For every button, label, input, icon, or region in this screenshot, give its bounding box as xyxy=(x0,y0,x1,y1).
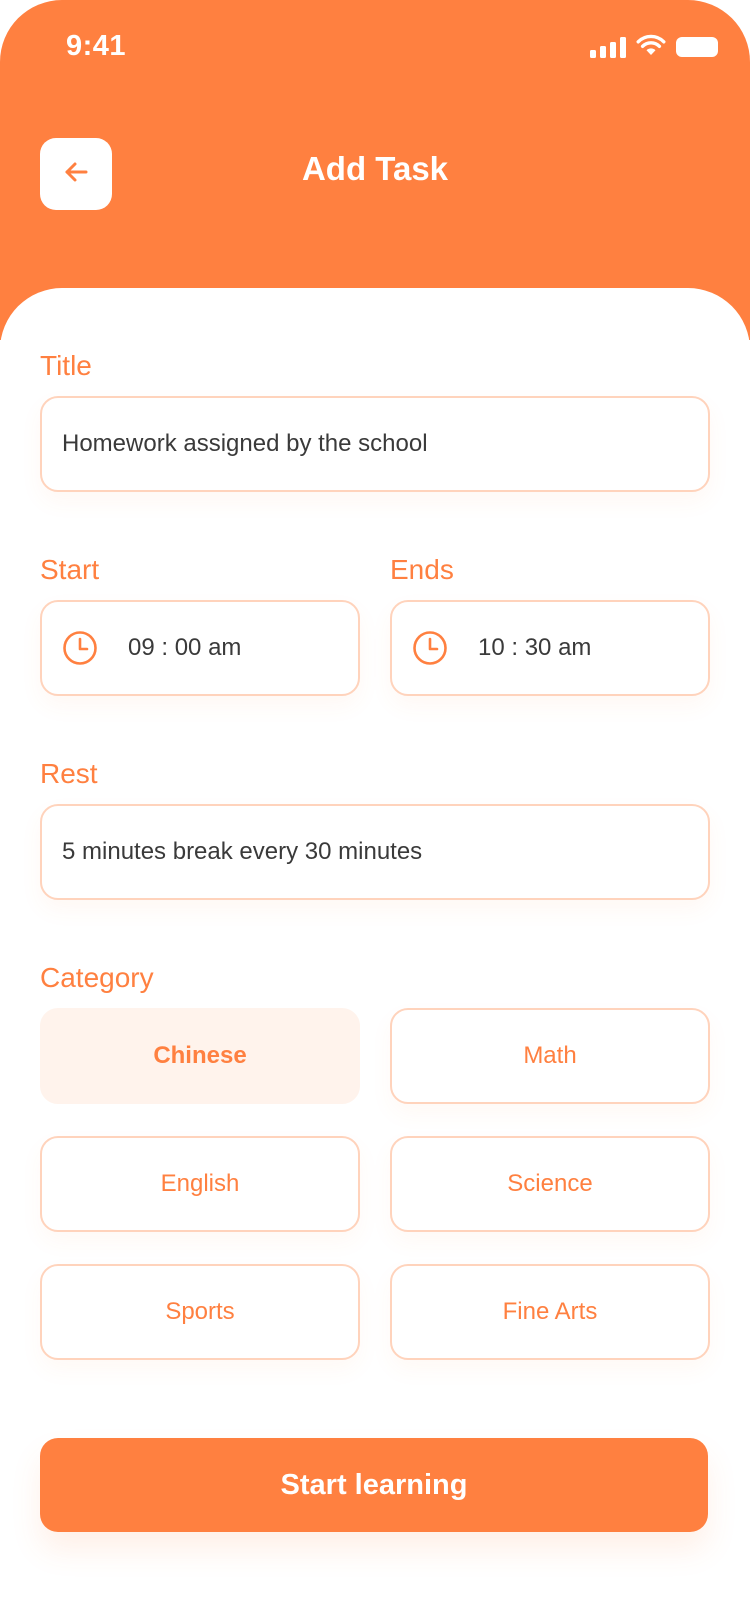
rest-input[interactable]: 5 minutes break every 30 minutes xyxy=(40,804,710,900)
wifi-icon xyxy=(636,34,666,61)
clock-icon xyxy=(412,630,448,666)
category-label: Category xyxy=(40,962,154,993)
ends-label: Ends xyxy=(390,554,454,585)
status-time: 9:41 xyxy=(66,30,127,62)
end-time-field[interactable]: 10 : 30 am xyxy=(390,600,710,696)
category-chip-english[interactable]: English xyxy=(40,1136,360,1232)
title-label: Title xyxy=(40,350,92,381)
end-time-value: 10 : 30 am xyxy=(478,634,592,661)
start-time-field[interactable]: 09 : 00 am xyxy=(40,600,360,696)
category-chip-fine-arts[interactable]: Fine Arts xyxy=(390,1264,710,1360)
status-icons xyxy=(590,34,718,60)
start-label: Start xyxy=(40,554,100,585)
title-input[interactable]: Homework assigned by the school xyxy=(40,396,710,492)
add-task-screen: 9:41 Add Task Title Homework assigned by… xyxy=(0,0,750,1624)
cellular-signal-icon xyxy=(590,36,626,58)
category-chip-math[interactable]: Math xyxy=(390,1008,710,1104)
rest-label: Rest xyxy=(40,758,98,789)
category-chip-sports[interactable]: Sports xyxy=(40,1264,360,1360)
battery-icon xyxy=(676,37,718,57)
rest-value: 5 minutes break every 30 minutes xyxy=(62,838,423,865)
category-chip-science[interactable]: Science xyxy=(390,1136,710,1232)
category-chip-chinese[interactable]: Chinese xyxy=(40,1008,360,1104)
start-time-value: 09 : 00 am xyxy=(128,634,242,661)
title-value: Homework assigned by the school xyxy=(62,430,428,457)
start-learning-button[interactable]: Start learning xyxy=(40,1438,708,1532)
clock-icon xyxy=(62,630,98,666)
page-title: Add Task xyxy=(301,150,449,187)
status-bar: 9:41 xyxy=(0,0,750,96)
